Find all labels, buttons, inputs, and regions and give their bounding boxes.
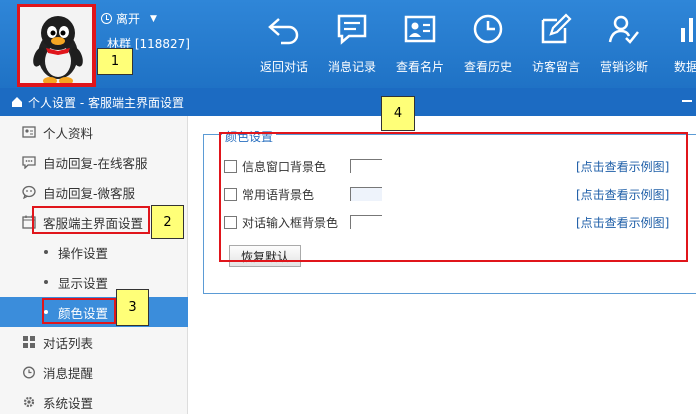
annotation-callout-2: 2 xyxy=(151,205,184,239)
sidebar-item-auto-reply-wechat[interactable]: 自动回复-微客服 xyxy=(0,177,188,207)
alarm-clock-icon xyxy=(23,366,35,379)
return-arrow-icon xyxy=(268,18,299,45)
profile-card-icon xyxy=(22,126,36,138)
annotation-callout-4: 4 xyxy=(381,96,415,131)
sidebar-item-label: 对话列表 xyxy=(43,335,94,351)
sidebar-item-label: 操作设置 xyxy=(58,245,109,261)
page-title: 个人设置 - 客服端主界面设置 xyxy=(28,95,184,110)
contact-card-icon xyxy=(404,15,436,43)
annotation-box-2 xyxy=(32,206,150,234)
page-title-bar: 个人设置 - 客服端主界面设置 xyxy=(0,88,696,116)
message-record-button[interactable]: 消息记录 xyxy=(318,6,386,84)
bullet-icon xyxy=(44,250,48,254)
chat-bubble-icon xyxy=(22,156,36,169)
sidebar-item-label: 个人资料 xyxy=(43,125,94,141)
sidebar-item-label: 自动回复-微客服 xyxy=(43,185,136,201)
tool-label: 查看历史 xyxy=(463,60,512,74)
wechat-icon xyxy=(22,185,36,199)
sidebar-item-label: 自动回复-在线客服 xyxy=(43,155,148,171)
sidebar-item-auto-reply-online[interactable]: 自动回复-在线客服 xyxy=(0,147,188,177)
status-selector[interactable]: 离开 ▼ xyxy=(101,10,157,27)
sidebar-subitem-operation[interactable]: 操作设置 xyxy=(0,237,188,267)
tool-label: 返回对话 xyxy=(259,60,308,74)
visitor-message-button[interactable]: 访客留言 xyxy=(522,6,590,84)
chevron-down-icon: ▼ xyxy=(150,13,157,24)
sidebar-item-notifications[interactable]: 消息提醒 xyxy=(0,357,188,387)
bullet-icon xyxy=(44,280,48,284)
tool-label: 营销诊断 xyxy=(599,60,648,74)
data-stats-button[interactable]: 数据统 xyxy=(658,6,696,84)
view-history-button[interactable]: 查看历史 xyxy=(454,6,522,84)
clock-icon xyxy=(101,13,112,24)
sidebar-subitem-display[interactable]: 显示设置 xyxy=(0,267,188,297)
tool-label: 消息记录 xyxy=(327,60,376,74)
view-card-button[interactable]: 查看名片 xyxy=(386,6,454,84)
return-chat-button[interactable]: 返回对话 xyxy=(250,6,318,84)
home-icon xyxy=(12,97,22,107)
message-record-icon xyxy=(337,14,367,45)
annotation-box-3 xyxy=(42,298,116,324)
list-icon xyxy=(23,336,35,348)
history-clock-icon xyxy=(473,14,503,44)
sidebar-item-label: 显示设置 xyxy=(58,275,109,291)
tool-label: 查看名片 xyxy=(395,60,444,74)
marketing-diagnosis-button[interactable]: 营销诊断 xyxy=(590,6,658,84)
visitor-message-icon xyxy=(541,13,572,44)
tool-label: 访客留言 xyxy=(531,60,580,74)
status-label: 离开 xyxy=(116,12,141,26)
minimize-icon[interactable] xyxy=(682,100,692,102)
marketing-diagnosis-icon xyxy=(608,15,639,44)
sidebar-item-profile[interactable]: 个人资料 xyxy=(0,117,188,147)
annotation-box-1 xyxy=(17,4,96,87)
sidebar-item-label: 系统设置 xyxy=(43,395,94,411)
annotation-callout-3: 3 xyxy=(116,289,149,326)
annotation-callout-1: 1 xyxy=(97,48,133,75)
annotation-box-4 xyxy=(219,132,688,262)
data-stats-icon xyxy=(681,18,693,42)
tool-label: 数据统 xyxy=(673,60,696,74)
sidebar-item-chat-list[interactable]: 对话列表 xyxy=(0,327,188,357)
sidebar-item-label: 消息提醒 xyxy=(43,365,94,381)
sidebar-item-system-settings[interactable]: 系统设置 xyxy=(0,387,188,414)
toolbar: 返回对话 消息记录 查看名片 查看历史 访客留言 营销诊断 数据 xyxy=(250,6,696,84)
gear-icon xyxy=(23,396,35,408)
